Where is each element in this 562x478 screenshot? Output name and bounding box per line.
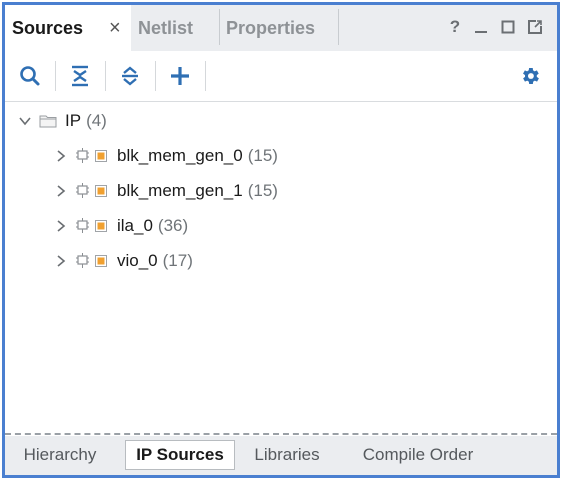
tree-item-label: vio_0: [117, 251, 158, 270]
tree-item-label: blk_mem_gen_0: [117, 146, 243, 165]
collapse-all-icon[interactable]: [65, 61, 95, 91]
chevron-down-icon[interactable]: [17, 113, 33, 129]
expand-all-icon[interactable]: [115, 61, 145, 91]
tree-item-count: (15): [247, 181, 278, 200]
ip-core-icon: [75, 183, 109, 199]
tree-item[interactable]: ila_0 (36): [53, 211, 188, 241]
tree-item-count: (17): [162, 251, 193, 270]
chevron-right-icon[interactable]: [53, 253, 69, 269]
tab-sources[interactable]: Sources ×: [5, 5, 131, 51]
tree-item-count: (15): [247, 146, 278, 165]
tab-bar: Sources × Netlist Properties ?: [5, 5, 557, 51]
tab-ip-sources[interactable]: IP Sources: [125, 440, 235, 470]
tab-properties-label: Properties: [226, 17, 316, 38]
toolbar-divider: [105, 61, 106, 91]
tree-item-count: (36): [157, 216, 189, 235]
bottom-tab-bar: Hierarchy IP Sources Libraries Compile O…: [5, 436, 557, 475]
chevron-right-icon[interactable]: [53, 218, 69, 234]
tree-item-label: ila_0: [117, 216, 153, 235]
tab-divider: [338, 9, 339, 45]
tab-hierarchy[interactable]: Hierarchy: [15, 440, 105, 470]
tree-item[interactable]: blk_mem_gen_1 (15): [53, 176, 278, 206]
tree-root-count: (4): [86, 111, 107, 130]
maximize-icon[interactable]: [498, 16, 518, 38]
tree-root-ip[interactable]: IP (4): [17, 106, 107, 136]
tree-item-label: blk_mem_gen_1: [117, 181, 243, 200]
add-icon[interactable]: [165, 61, 195, 91]
chevron-right-icon[interactable]: [53, 183, 69, 199]
toolbar-divider: [155, 61, 156, 91]
ip-core-icon: [75, 218, 109, 234]
tab-netlist[interactable]: Netlist: [138, 5, 220, 51]
tab-netlist-label: Netlist: [138, 17, 194, 38]
float-icon[interactable]: [525, 16, 545, 38]
tab-libraries[interactable]: Libraries: [249, 440, 325, 470]
toolbar-divider: [205, 61, 206, 91]
ip-sources-tree: IP (4) blk_mem_gen_0 (15) blk_mem_gen_1 …: [5, 101, 557, 431]
sources-window: Sources × Netlist Properties ? IP (4) bl…: [2, 2, 560, 478]
tab-compile-order[interactable]: Compile Order: [353, 440, 483, 470]
toolbar: [5, 51, 557, 102]
minimize-icon[interactable]: [471, 16, 491, 38]
close-icon[interactable]: ×: [109, 17, 121, 40]
tab-properties[interactable]: Properties: [226, 5, 340, 51]
toolbar-divider: [55, 61, 56, 91]
ip-core-icon: [75, 148, 109, 164]
search-icon[interactable]: [15, 61, 45, 91]
ip-core-icon: [75, 253, 109, 269]
bottom-divider: [5, 433, 557, 435]
tree-item[interactable]: vio_0 (17): [53, 246, 193, 276]
tab-sources-label: Sources: [12, 17, 84, 38]
tree-root-label: IP: [65, 111, 82, 130]
gear-icon[interactable]: [515, 61, 545, 91]
tree-item[interactable]: blk_mem_gen_0 (15): [53, 141, 278, 171]
folder-icon: [39, 114, 57, 128]
tab-divider: [219, 9, 220, 45]
chevron-right-icon[interactable]: [53, 148, 69, 164]
help-icon[interactable]: ?: [445, 16, 465, 38]
